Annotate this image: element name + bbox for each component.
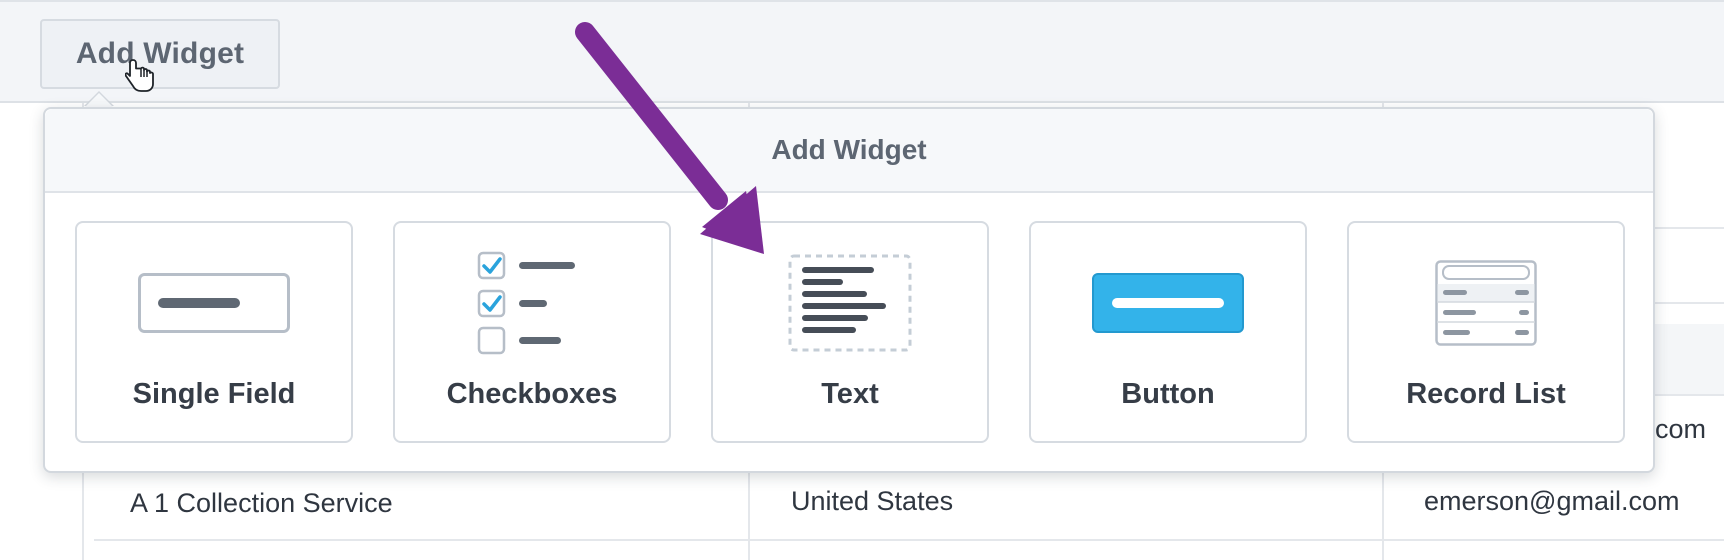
table-row-divider: [1655, 227, 1724, 229]
widget-card-text[interactable]: Text: [711, 221, 989, 443]
add-widget-button[interactable]: Add Widget: [40, 19, 280, 89]
table-row-divider: [1655, 302, 1724, 304]
record-list-icon: [1349, 253, 1623, 353]
table-cell-country: United States: [791, 486, 954, 516]
popover-title: Add Widget: [45, 109, 1653, 193]
single-field-icon: [77, 253, 351, 353]
popover-caret: [84, 93, 114, 108]
widget-card-single-field[interactable]: Single Field: [75, 221, 353, 443]
table-cell-email: com: [1655, 414, 1707, 444]
toolbar: Add Widget: [0, 0, 1724, 103]
widget-label: Text: [821, 378, 879, 410]
widget-card-checkboxes[interactable]: Checkboxes: [393, 221, 671, 443]
hand-cursor-icon: [125, 59, 154, 92]
widget-card-button[interactable]: Button: [1029, 221, 1307, 443]
table-row-divider: [1655, 394, 1724, 396]
widget-label: Single Field: [132, 378, 296, 410]
widget-label: Record List: [1406, 378, 1566, 410]
widget-card-record-list[interactable]: Record List: [1347, 221, 1625, 443]
button-icon: [1031, 253, 1305, 353]
widget-label: Checkboxes: [446, 378, 618, 410]
widget-label: Button: [1121, 378, 1215, 410]
text-icon: [713, 253, 987, 353]
checkboxes-icon: [395, 251, 669, 355]
add-widget-popover: Add Widget Single Field Checkboxes Text …: [43, 107, 1655, 473]
table-cell-email: emerson@gmail.com: [1424, 486, 1680, 516]
table-header-row: [1655, 324, 1724, 394]
table-row-divider: [94, 539, 1724, 541]
table-cell-name: A 1 Collection Service: [130, 488, 393, 518]
